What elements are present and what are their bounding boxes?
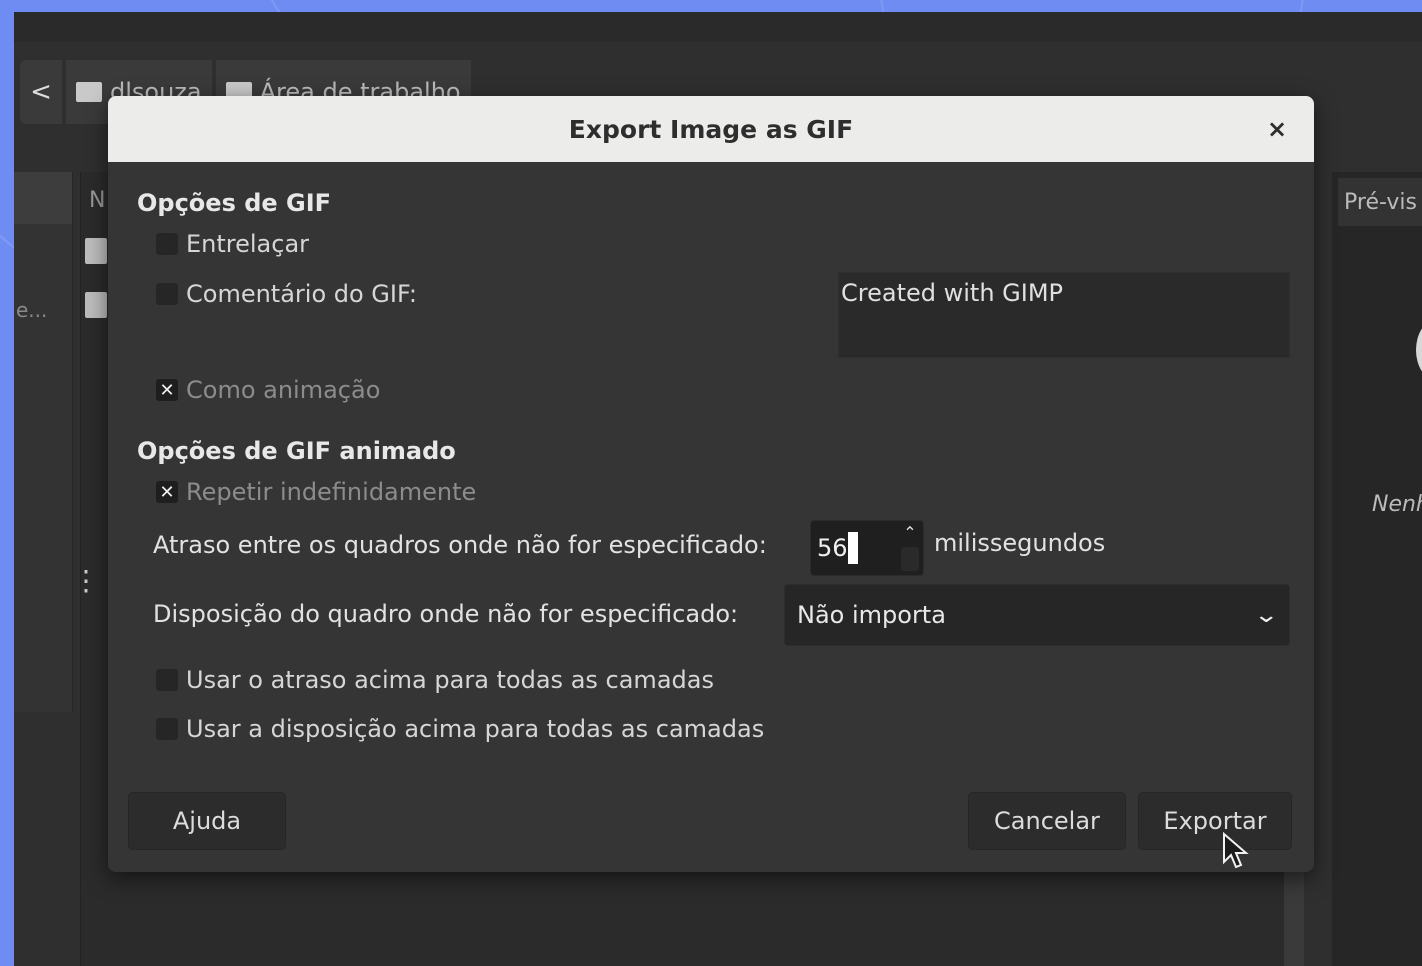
- export-gif-dialog: Export Image as GIF × Opções de GIF Entr…: [108, 96, 1314, 872]
- frame-delay-label: Atraso entre os quadros onde não for esp…: [153, 531, 767, 559]
- folder-icon: [76, 82, 102, 102]
- loop-forever-checkbox-row[interactable]: ✕ Repetir indefinidamente: [156, 478, 476, 506]
- column-header-name[interactable]: N: [89, 188, 105, 213]
- as-animation-checkbox[interactable]: ✕: [156, 379, 178, 401]
- gif-comment-textarea[interactable]: Created with GIMP: [838, 272, 1290, 358]
- file-chooser-titlebar: [14, 12, 1422, 42]
- dialog-titlebar: Export Image as GIF ×: [108, 96, 1314, 162]
- text-cursor: [847, 532, 858, 564]
- preview-header: Pré-vis: [1338, 178, 1422, 226]
- preview-pane: Pré-vis Nenh: [1332, 172, 1422, 966]
- close-icon: ×: [1266, 115, 1288, 143]
- folder-icon: [85, 292, 107, 318]
- export-button[interactable]: Exportar: [1138, 792, 1292, 850]
- folder-icon: [85, 238, 107, 264]
- frame-delay-unit: milissegundos: [934, 529, 1106, 557]
- as-animation-label: Como animação: [186, 376, 381, 404]
- close-button[interactable]: ×: [1262, 114, 1292, 144]
- use-disposal-all-layers-checkbox[interactable]: [156, 718, 178, 740]
- frame-disposal-selected: Não importa: [797, 601, 946, 629]
- increment-icon[interactable]: ⌃: [901, 523, 919, 543]
- pane-resize-handle[interactable]: ⋮: [72, 567, 100, 595]
- chevron-down-icon: ⌄: [1252, 602, 1279, 628]
- mouse-pointer-icon: [1223, 832, 1249, 869]
- as-animation-checkbox-row[interactable]: ✕ Como animação: [156, 376, 380, 404]
- gif-comment-checkbox-row[interactable]: Comentário do GIF:: [156, 280, 417, 308]
- scrollbar[interactable]: [1284, 862, 1304, 966]
- interlace-checkbox-row[interactable]: Entrelaçar: [156, 230, 309, 258]
- use-delay-all-layers-checkbox[interactable]: [156, 669, 178, 691]
- frame-delay-input[interactable]: 56: [817, 531, 877, 565]
- places-item-label[interactable]: e...: [16, 298, 47, 322]
- places-selected-item[interactable]: [14, 172, 72, 224]
- frame-disposal-label: Disposição do quadro onde não for especi…: [153, 600, 739, 628]
- frame-delay-spinbutton[interactable]: 56 ⌃: [810, 520, 924, 576]
- gif-options-heading: Opções de GIF: [137, 189, 332, 217]
- use-disposal-all-layers-row[interactable]: Usar a disposição acima para todas as ca…: [156, 715, 764, 743]
- use-delay-all-layers-row[interactable]: Usar o atraso acima para todas as camada…: [156, 666, 714, 694]
- preview-empty-text: Nenh: [1372, 492, 1422, 517]
- dialog-title: Export Image as GIF: [568, 114, 854, 144]
- use-disposal-all-layers-label: Usar a disposição acima para todas as ca…: [186, 715, 765, 743]
- back-button[interactable]: <: [20, 60, 62, 124]
- frame-disposal-dropdown[interactable]: Não importa ⌄: [784, 584, 1290, 646]
- preview-placeholder-icon: [1416, 320, 1422, 380]
- frame-delay-value: 56: [817, 534, 848, 562]
- places-sidebar: e...: [14, 172, 73, 712]
- loop-forever-checkbox[interactable]: ✕: [156, 481, 178, 503]
- gif-comment-checkbox[interactable]: [156, 283, 178, 305]
- interlace-checkbox[interactable]: [156, 233, 178, 255]
- chevron-left-icon: <: [30, 77, 52, 107]
- decrement-button[interactable]: [901, 547, 919, 571]
- cancel-button[interactable]: Cancelar: [968, 792, 1126, 850]
- interlace-label: Entrelaçar: [186, 230, 310, 258]
- gif-comment-label: Comentário do GIF:: [186, 280, 418, 308]
- animated-gif-options-heading: Opções de GIF animado: [137, 437, 456, 465]
- use-delay-all-layers-label: Usar o atraso acima para todas as camada…: [186, 666, 714, 694]
- help-button[interactable]: Ajuda: [128, 792, 286, 850]
- loop-forever-label: Repetir indefinidamente: [186, 478, 477, 506]
